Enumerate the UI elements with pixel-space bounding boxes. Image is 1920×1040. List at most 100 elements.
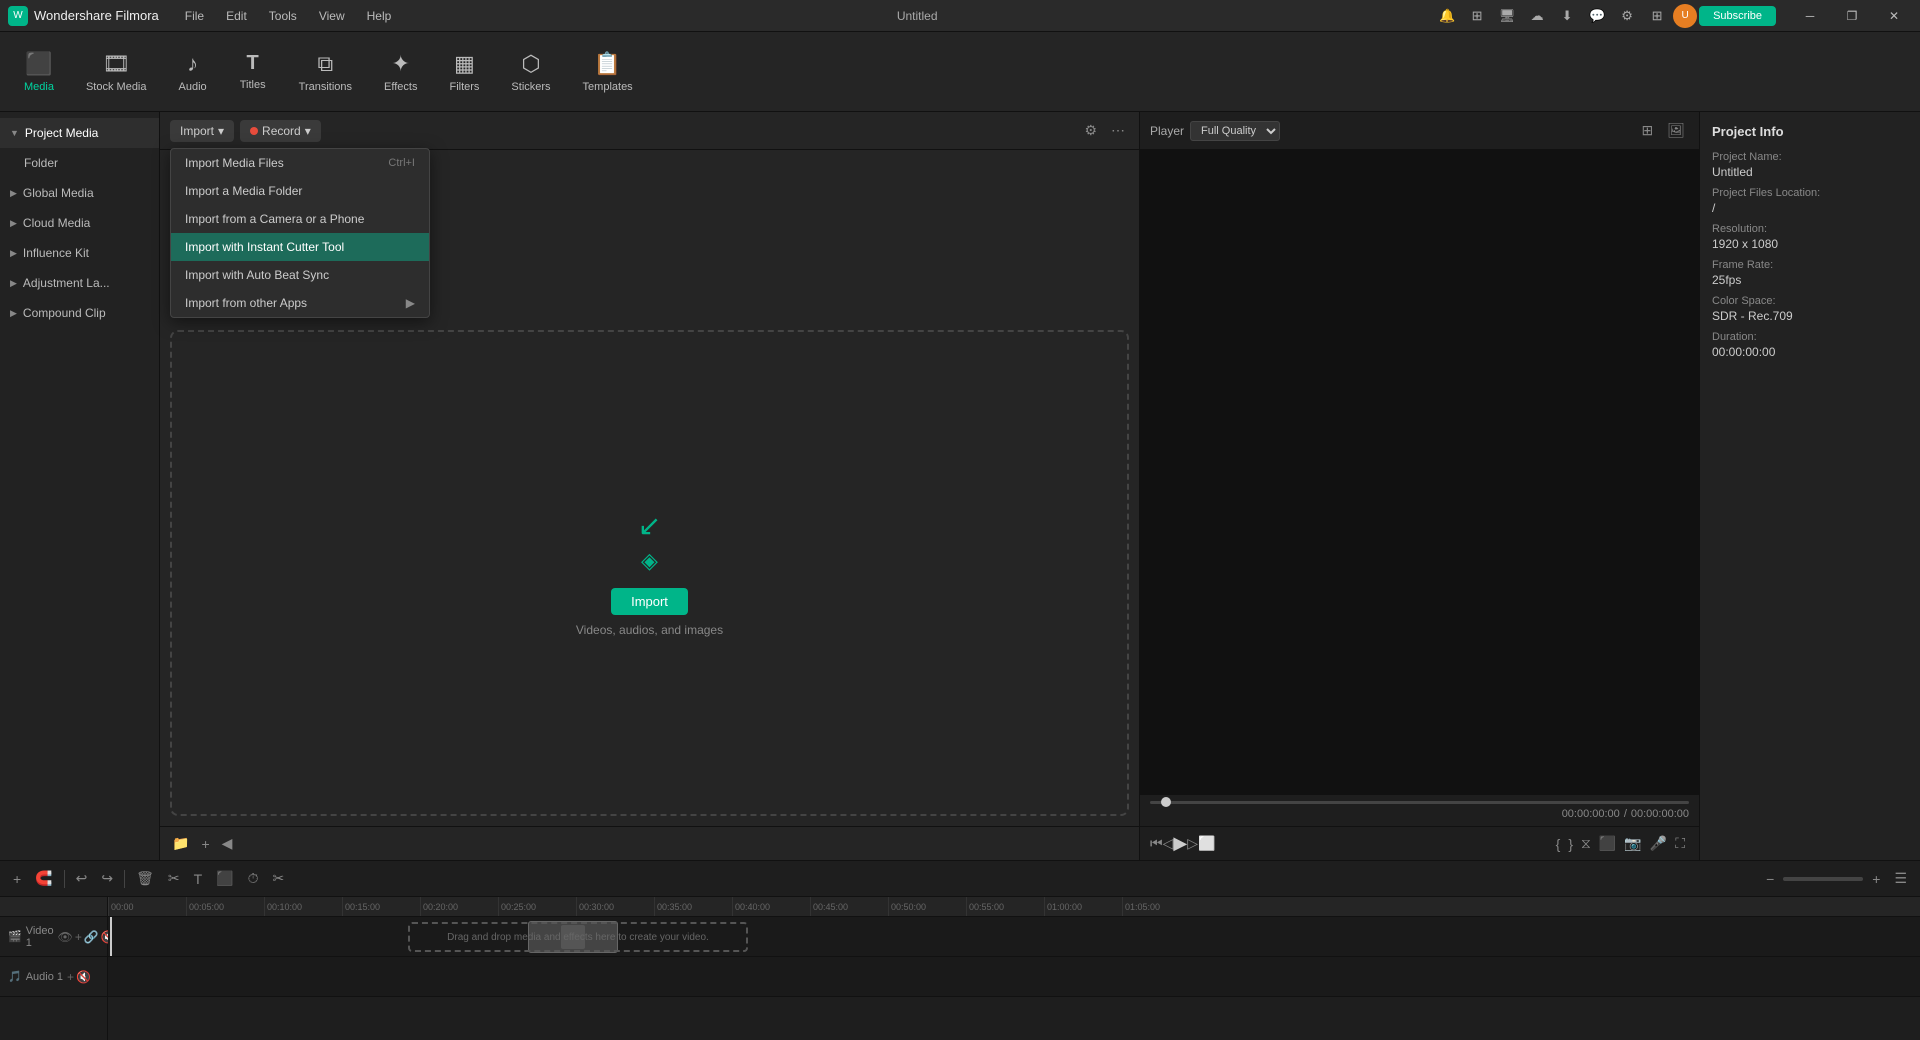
fullscreen-icon[interactable]: ⛶ (1671, 831, 1689, 856)
playhead (110, 917, 112, 956)
track-mute-audio-icon[interactable]: 🔇 (76, 970, 91, 984)
player-progress-handle[interactable] (1161, 797, 1171, 807)
list-view-button[interactable]: ☰ (1889, 867, 1912, 890)
download-icon[interactable]: ⬇ (1553, 2, 1581, 30)
sidebar-item-compound-clip[interactable]: ▶ Compound Clip (0, 298, 159, 328)
import-auto-beat-label: Import with Auto Beat Sync (185, 268, 329, 282)
record-voice-icon[interactable]: 🎤 (1646, 831, 1671, 856)
zoom-slider[interactable] (1783, 877, 1863, 881)
stop-button[interactable]: ⬜ (1198, 835, 1215, 852)
filter-icon[interactable]: ⚙ (1080, 118, 1101, 143)
record-button[interactable]: Record ▾ (240, 120, 321, 142)
import-media-folder-item[interactable]: Import a Media Folder (171, 177, 429, 205)
player-label: Player (1150, 124, 1184, 138)
track-eye-icon[interactable]: 👁 (58, 930, 73, 944)
delete-button[interactable]: 🗑 (131, 867, 159, 890)
more-options-icon[interactable]: ⋯ (1107, 118, 1129, 143)
tool-transitions-label: Transitions (299, 81, 352, 93)
magnet-button[interactable]: 🧲 (30, 867, 57, 890)
chat-icon[interactable]: 💬 (1583, 2, 1611, 30)
subscribe-button[interactable]: Subscribe (1699, 6, 1776, 26)
toolbar: ⬛ Media 🎞 Stock Media ♪ Audio T Titles ⧉… (0, 32, 1920, 112)
add-to-timeline-icon[interactable]: ⬛ (1595, 831, 1620, 856)
tool-effects[interactable]: ✦ Effects (370, 45, 431, 99)
zoom-out-button[interactable]: − (1761, 868, 1779, 890)
templates-icon: 📋 (594, 51, 621, 77)
redo-button[interactable]: ↪ (96, 867, 118, 890)
crop-button[interactable]: ⬛ (211, 867, 238, 890)
menu-view[interactable]: View (309, 5, 355, 27)
record-label: Record (262, 124, 301, 138)
import-auto-beat-item[interactable]: Import with Auto Beat Sync (171, 261, 429, 289)
in-point-icon[interactable]: { (1552, 832, 1565, 856)
add-media-timeline-button[interactable]: + (8, 868, 26, 890)
monitor-icon[interactable]: 🖥 (1493, 2, 1521, 30)
minimize-button[interactable]: ─ (1792, 2, 1828, 30)
tool-transitions[interactable]: ⧉ Transitions (285, 45, 366, 99)
track-add-audio-icon[interactable]: + (67, 970, 74, 984)
sidebar-item-cloud-media[interactable]: ▶ Cloud Media (0, 208, 159, 238)
snapshot-icon[interactable]: 🖼 (1663, 118, 1689, 143)
frame-forward-button[interactable]: ▷ (1187, 835, 1198, 852)
tool-stickers[interactable]: ⬡ Stickers (497, 45, 564, 99)
sidebar-item-folder[interactable]: Folder (0, 148, 159, 178)
import-media-files-shortcut: Ctrl+I (388, 157, 415, 169)
project-files-row: Project Files Location: / (1712, 187, 1908, 215)
menu-file[interactable]: File (175, 5, 214, 27)
tool-stock-media[interactable]: 🎞 Stock Media (72, 45, 161, 99)
quality-select[interactable]: Full Quality 1/2 Quality 1/4 Quality (1190, 121, 1280, 141)
import-instant-cutter-item[interactable]: Import with Instant Cutter Tool (171, 233, 429, 261)
import-media-files-item[interactable]: Import Media Files Ctrl+I (171, 149, 429, 177)
tool-media[interactable]: ⬛ Media (10, 45, 68, 99)
menu-tools[interactable]: Tools (259, 5, 307, 27)
remove-bg-button[interactable]: ✂ (268, 867, 290, 890)
track-add-icon[interactable]: + (75, 930, 82, 944)
track-link-icon[interactable]: 🔗 (84, 930, 99, 944)
sidebar-item-influence-kit[interactable]: ▶ Influence Kit (0, 238, 159, 268)
play-button[interactable]: ▶ (1173, 833, 1187, 854)
drag-drop-area[interactable]: Drag and drop media and effects here to … (408, 922, 748, 952)
text-button[interactable]: T (189, 868, 208, 890)
layout-icon[interactable]: ⊞ (1637, 118, 1657, 143)
tool-filters[interactable]: ▦ Filters (435, 45, 493, 99)
import-green-button[interactable]: Import (611, 588, 688, 615)
sidebar-item-project-media[interactable]: ▼ Project Media (0, 118, 159, 148)
speed-button[interactable]: ⏱ (243, 867, 264, 890)
sidebar-adjustment-label: Adjustment La... (23, 276, 110, 290)
skip-back-button[interactable]: ⏮ (1150, 835, 1163, 852)
apps-icon[interactable]: ⊞ (1643, 2, 1671, 30)
tool-audio[interactable]: ♪ Audio (165, 45, 221, 99)
tool-titles[interactable]: T Titles (225, 46, 281, 97)
video1-track-content[interactable]: Drag and drop media and effects here to … (108, 917, 1920, 957)
player-progress-bar[interactable] (1150, 801, 1689, 804)
zoom-in-button[interactable]: + (1867, 868, 1885, 890)
user-avatar[interactable]: U (1673, 4, 1697, 28)
tool-templates[interactable]: 📋 Templates (569, 45, 647, 99)
collapse-icon[interactable]: ◀ (218, 833, 237, 854)
split-icon[interactable]: ⧖ (1577, 831, 1595, 856)
split-clip-button[interactable]: ✂ (163, 867, 185, 890)
add-folder-icon[interactable]: 📁 (168, 833, 193, 854)
out-point-icon[interactable]: } (1564, 832, 1577, 856)
timeline-tracks: 🎬 Video 1 👁 + 🔗 🔇 🎵 Audio 1 + 🔇 (0, 897, 1920, 1040)
frame-back-button[interactable]: ◁ (1163, 835, 1174, 852)
undo-button[interactable]: ↩ (71, 867, 93, 890)
grid-icon[interactable]: ⊞ (1463, 2, 1491, 30)
close-button[interactable]: ✕ (1876, 2, 1912, 30)
maximize-button[interactable]: ❐ (1834, 2, 1870, 30)
camera-icon[interactable]: 📷 (1620, 831, 1645, 856)
import-camera-phone-item[interactable]: Import from a Camera or a Phone (171, 205, 429, 233)
sidebar-item-adjustment-layer[interactable]: ▶ Adjustment La... (0, 268, 159, 298)
add-media-icon[interactable]: + (197, 833, 213, 854)
settings-icon[interactable]: ⚙ (1613, 2, 1641, 30)
import-button[interactable]: Import ▾ (170, 120, 234, 142)
audio1-track-content[interactable] (108, 957, 1920, 997)
cloud-icon[interactable]: ☁ (1523, 2, 1551, 30)
notification-icon[interactable]: 🔔 (1433, 2, 1461, 30)
menu-help[interactable]: Help (357, 5, 402, 27)
import-other-apps-item[interactable]: Import from other Apps ▶ (171, 289, 429, 317)
menu-edit[interactable]: Edit (216, 5, 257, 27)
drop-area[interactable]: ↙ ◈ Import Videos, audios, and images (170, 330, 1129, 816)
import-camera-phone-label: Import from a Camera or a Phone (185, 212, 364, 226)
sidebar-item-global-media[interactable]: ▶ Global Media (0, 178, 159, 208)
